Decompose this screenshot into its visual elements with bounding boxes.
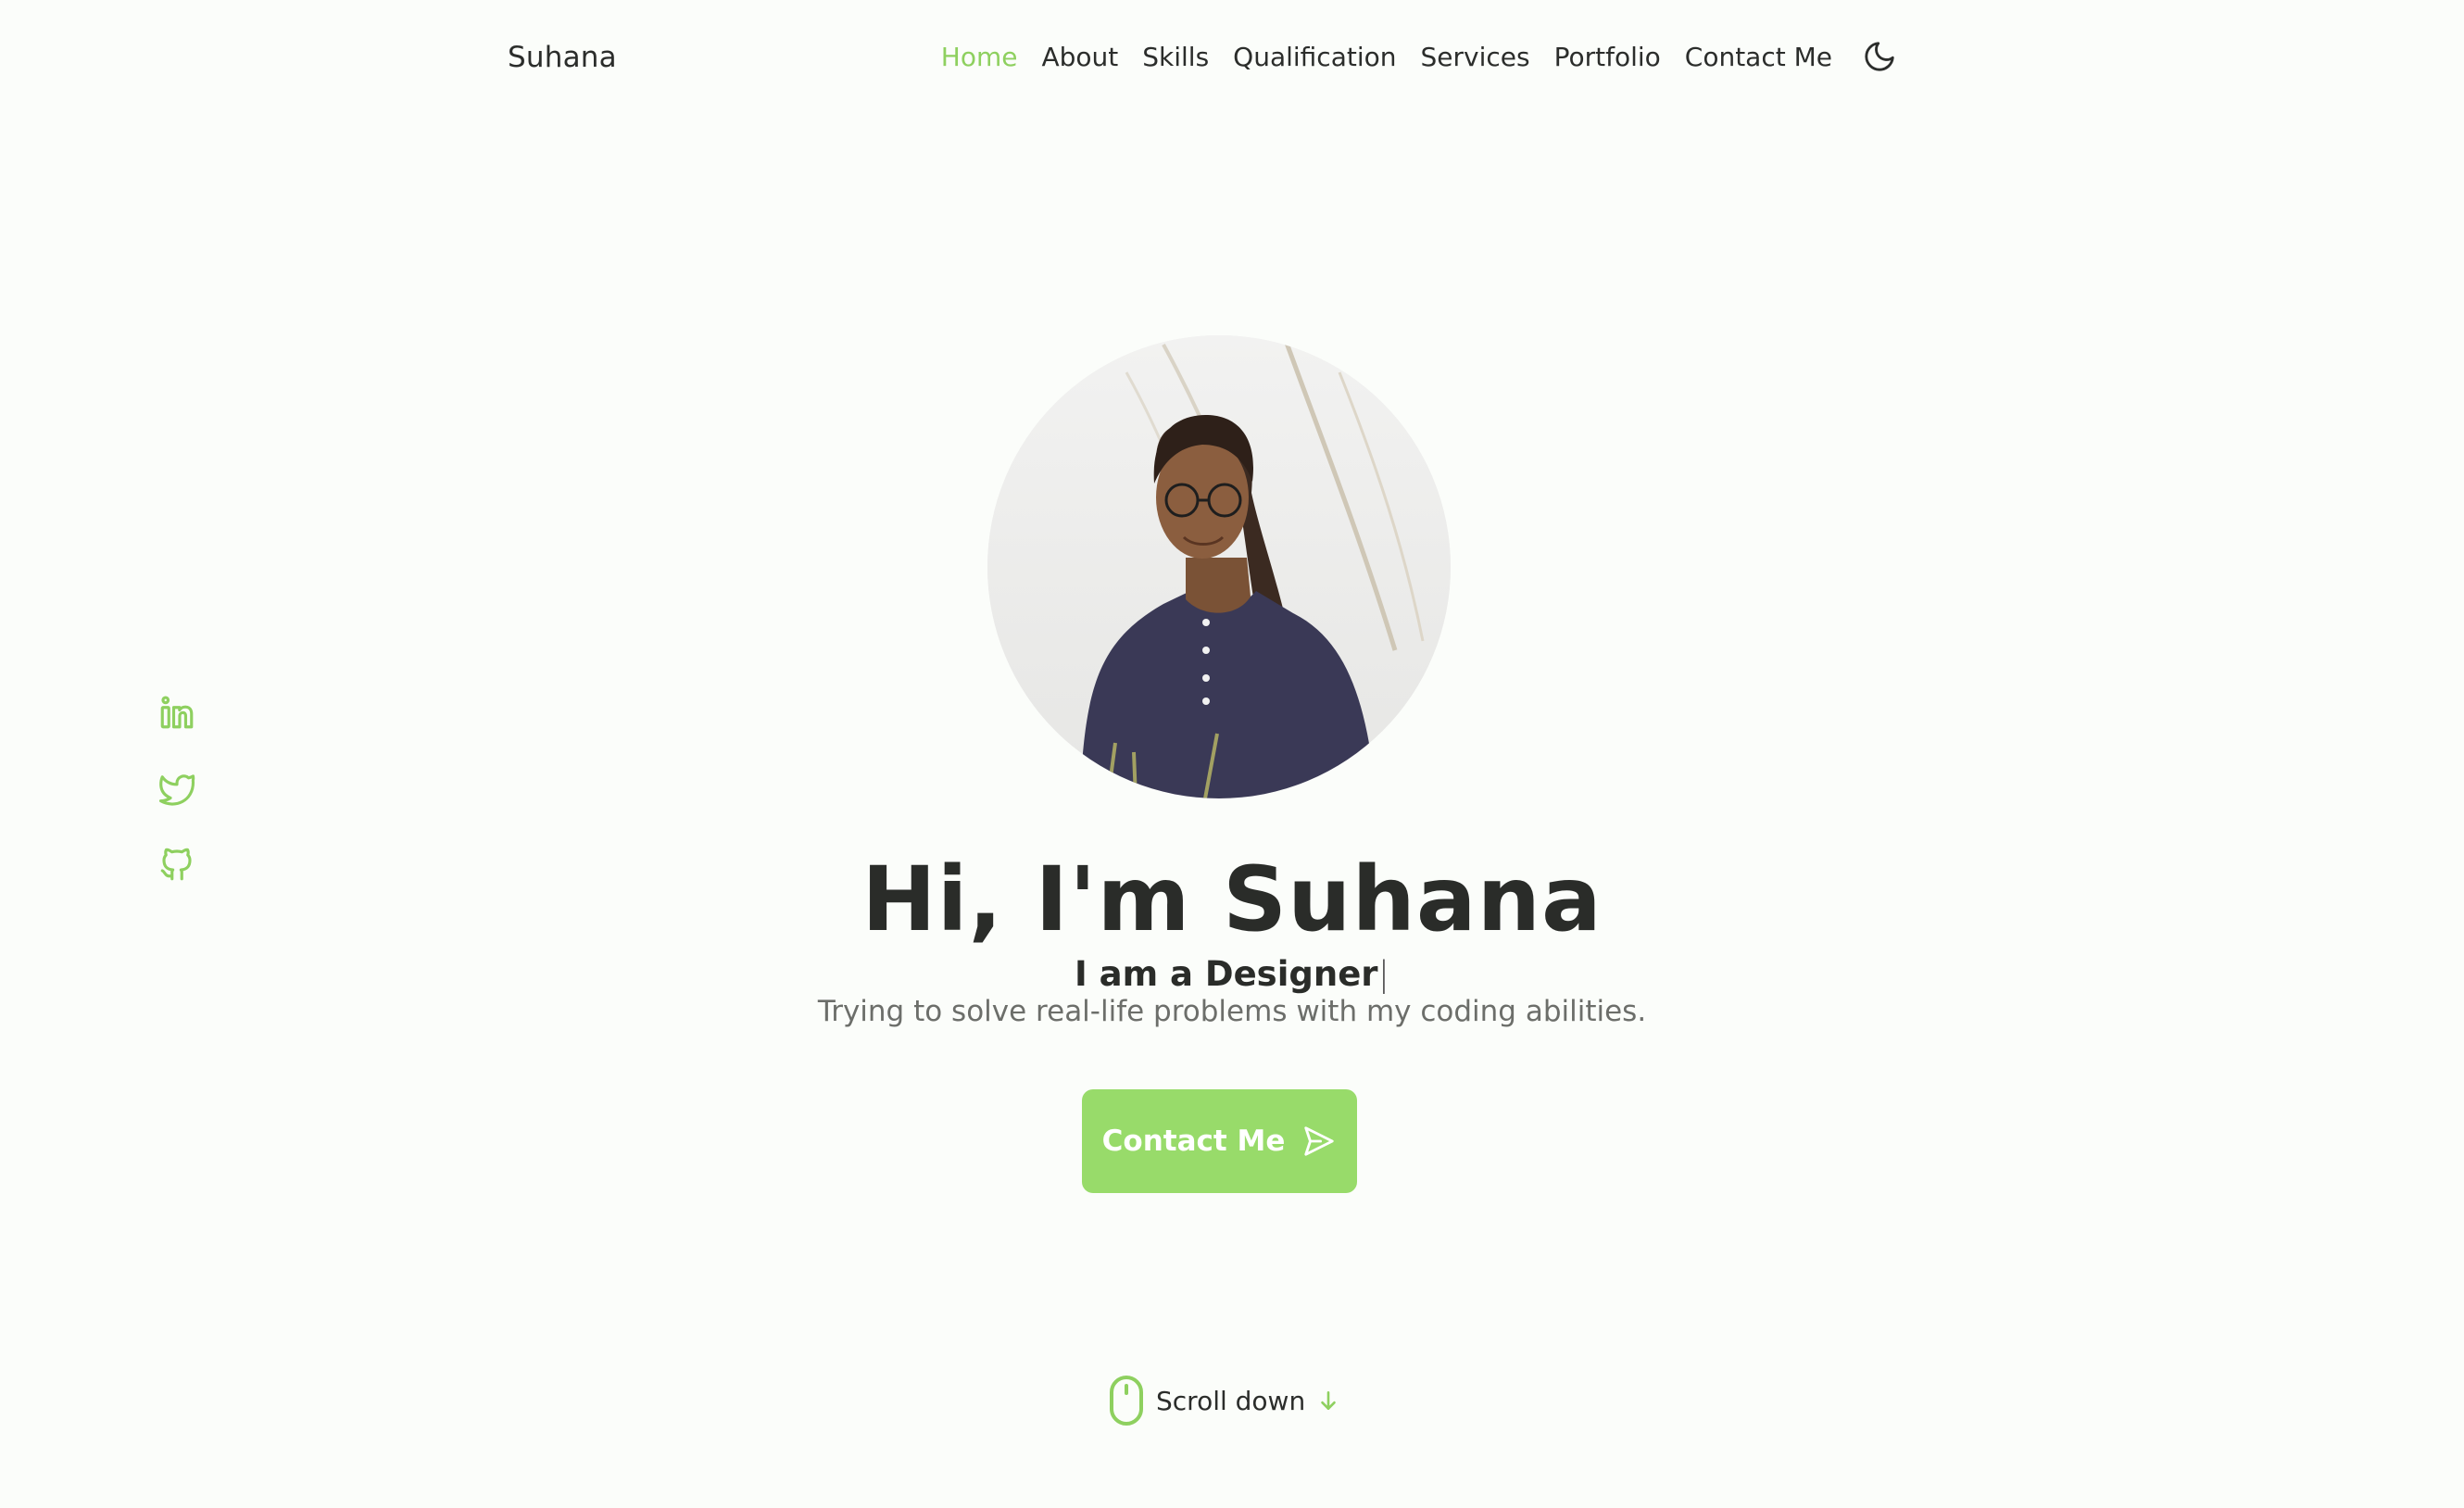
- twitter-icon: [158, 774, 195, 806]
- nav-portfolio[interactable]: Portfolio: [1554, 42, 1661, 72]
- linkedin-link[interactable]: [157, 693, 196, 732]
- typing-cursor: |: [1377, 954, 1390, 994]
- contact-me-button-label: Contact Me: [1101, 1125, 1286, 1158]
- scroll-down-link[interactable]: Scroll down: [1108, 1375, 1340, 1426]
- arrow-down-icon: [1321, 1391, 1337, 1410]
- site-header: Suhana Home About Skills Qualification S…: [0, 0, 2464, 119]
- nav-skills[interactable]: Skills: [1142, 42, 1209, 72]
- nav-contact[interactable]: Contact Me: [1685, 42, 1832, 72]
- moon-icon: [1865, 42, 1894, 71]
- portfolio-page: Suhana Home About Skills Qualification S…: [0, 0, 2464, 1508]
- brand-logo[interactable]: Suhana: [508, 41, 617, 74]
- profile-photo: [987, 335, 1451, 798]
- theme-toggle-button[interactable]: [1860, 37, 1899, 76]
- typed-role-text: I am a Designer: [1074, 954, 1378, 994]
- hero-subtitle: I am a Designer|: [0, 954, 2464, 994]
- send-icon: [1304, 1126, 1335, 1156]
- mouse-icon: [1110, 1376, 1143, 1426]
- scroll-down-label: Scroll down: [1156, 1385, 1306, 1416]
- linkedin-icon: [160, 696, 194, 729]
- nav-services[interactable]: Services: [1421, 42, 1530, 72]
- main-nav: Home About Skills Qualification Services…: [941, 37, 1899, 76]
- nav-about[interactable]: About: [1041, 42, 1118, 72]
- hero-description: Trying to solve real-life problems with …: [817, 995, 1647, 1028]
- nav-qualification[interactable]: Qualification: [1233, 42, 1396, 72]
- twitter-link[interactable]: [157, 769, 196, 808]
- contact-me-button[interactable]: Contact Me: [1082, 1089, 1357, 1193]
- nav-home[interactable]: Home: [941, 42, 1018, 72]
- hero-title: Hi, I'm Suhana: [861, 848, 1603, 951]
